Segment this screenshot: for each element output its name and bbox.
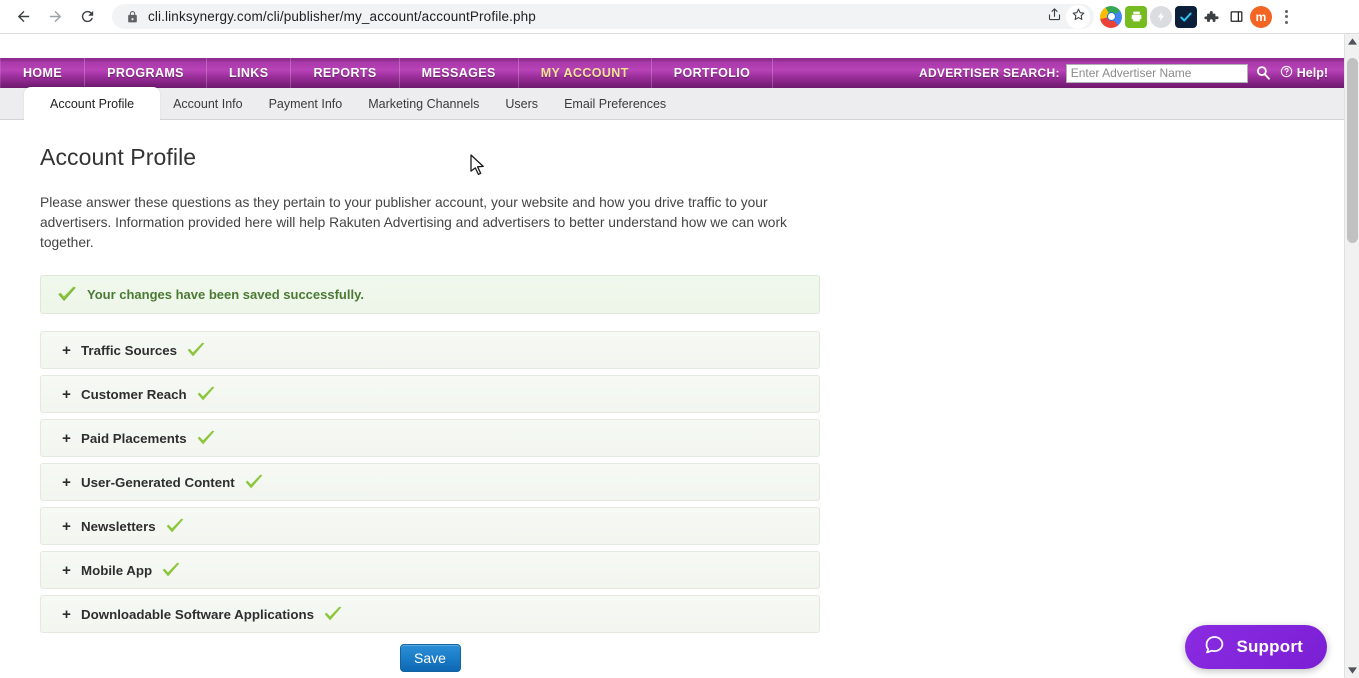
back-button[interactable] (8, 2, 38, 32)
url-text: cli.linksynergy.com/cli/publisher/my_acc… (148, 9, 536, 24)
advertiser-search-label: ADVERTISER SEARCH: (919, 66, 1060, 80)
puzzle-extensions-icon[interactable] (1200, 6, 1222, 28)
address-bar[interactable]: cli.linksynergy.com/cli/publisher/my_acc… (112, 4, 1094, 29)
page-intro-text: Please answer these questions as they pe… (40, 195, 787, 250)
accordion-section-label: Customer Reach (81, 386, 187, 402)
profile-sections-accordion: + Traffic Sources + Customer Reach + Pai… (40, 331, 820, 633)
advertiser-search: ADVERTISER SEARCH: (919, 58, 1280, 88)
expand-icon[interactable]: + (61, 519, 72, 534)
save-button-container: Save (40, 644, 820, 672)
expand-icon[interactable]: + (61, 563, 72, 578)
nav-item-reports[interactable]: REPORTS (291, 58, 400, 88)
forward-arrow-icon (47, 8, 64, 25)
back-arrow-icon (15, 8, 32, 25)
subtab-bar: Account Profile Account Info Payment Inf… (0, 87, 1344, 120)
reload-button[interactable] (72, 2, 102, 32)
subtab-email-preferences[interactable]: Email Preferences (551, 88, 679, 120)
accordion-section-label: Downloadable Software Applications (81, 606, 314, 622)
browser-toolbar: cli.linksynergy.com/cli/publisher/my_acc… (0, 0, 1359, 33)
mouse-cursor (470, 154, 486, 177)
accordion-section-mobile-app[interactable]: + Mobile App (40, 551, 820, 589)
success-banner: Your changes have been saved successfull… (40, 275, 820, 314)
green-check-icon (323, 606, 343, 623)
sidepanel-icon[interactable] (1225, 6, 1247, 28)
page-scrollbar[interactable] (1344, 34, 1359, 678)
accordion-section-newsletters[interactable]: + Newsletters (40, 507, 820, 545)
accordion-section-label: User-Generated Content (81, 474, 235, 490)
green-check-icon (196, 386, 216, 403)
help-link[interactable]: Help! (1280, 58, 1344, 88)
nav-item-portfolio[interactable]: PORTFOLIO (652, 58, 774, 88)
subtab-marketing-channels[interactable]: Marketing Channels (355, 88, 492, 120)
page-viewport: HOME PROGRAMS LINKS REPORTS MESSAGES MY … (0, 34, 1359, 678)
chat-bubble-icon (1204, 634, 1225, 660)
expand-icon[interactable]: + (61, 607, 72, 622)
question-circle-icon (1280, 65, 1293, 81)
profile-avatar[interactable]: m (1250, 5, 1272, 28)
scroll-up-arrow-icon[interactable] (1345, 34, 1359, 49)
magnifier-icon[interactable] (1254, 64, 1272, 82)
accordion-section-downloadable-software-applications[interactable]: + Downloadable Software Applications (40, 595, 820, 633)
lock-icon (126, 10, 139, 24)
expand-icon[interactable]: + (61, 475, 72, 490)
site-navigation-bar: HOME PROGRAMS LINKS REPORTS MESSAGES MY … (0, 58, 1344, 88)
green-check-icon (196, 430, 216, 447)
main-content: Account Profile Please answer these ques… (0, 121, 845, 678)
subtab-payment-info[interactable]: Payment Info (256, 88, 356, 120)
nav-item-my-account[interactable]: MY ACCOUNT (519, 58, 652, 88)
subtab-account-info[interactable]: Account Info (160, 88, 256, 120)
accordion-section-customer-reach[interactable]: + Customer Reach (40, 375, 820, 413)
share-icon (1047, 7, 1062, 27)
green-check-icon (244, 474, 264, 491)
accordion-section-traffic-sources[interactable]: + Traffic Sources (40, 331, 820, 369)
browser-nav-buttons (0, 2, 102, 32)
chrome-extension-icon[interactable] (1100, 5, 1122, 28)
extensions-area: m (1100, 5, 1297, 28)
share-button[interactable] (1042, 5, 1066, 29)
expand-icon[interactable]: + (61, 431, 72, 446)
support-widget-button[interactable]: Support (1185, 625, 1327, 669)
advertiser-search-input[interactable] (1065, 63, 1248, 83)
success-banner-text: Your changes have been saved successfull… (87, 287, 364, 302)
forward-button[interactable] (40, 2, 70, 32)
scroll-down-arrow-icon[interactable] (1345, 663, 1359, 678)
save-button[interactable]: Save (399, 644, 461, 672)
subtab-list: Account Profile Account Info Payment Inf… (24, 87, 679, 120)
expand-icon[interactable]: + (61, 387, 72, 402)
bookmark-button[interactable] (1066, 4, 1090, 29)
support-label: Support (1236, 637, 1303, 656)
nav-item-programs[interactable]: PROGRAMS (85, 58, 207, 88)
reload-icon (79, 8, 96, 25)
accordion-section-label: Newsletters (81, 518, 156, 534)
nav-item-home[interactable]: HOME (0, 58, 86, 88)
accordion-section-paid-placements[interactable]: + Paid Placements (40, 419, 820, 457)
expand-icon[interactable]: + (61, 343, 72, 358)
help-label: Help! (1296, 66, 1328, 80)
subtab-users[interactable]: Users (492, 88, 551, 120)
scrollbar-thumb[interactable] (1347, 58, 1358, 243)
page-title: Account Profile (40, 144, 197, 170)
accordion-section-label: Traffic Sources (81, 342, 178, 358)
green-check-icon (57, 286, 77, 303)
nav-item-links[interactable]: LINKS (207, 58, 292, 88)
star-icon (1071, 7, 1086, 27)
printer-extension-icon[interactable] (1125, 5, 1147, 28)
nav-item-messages[interactable]: MESSAGES (400, 58, 519, 88)
accordion-section-label: Paid Placements (81, 430, 187, 446)
checkmark-extension-icon[interactable] (1175, 5, 1197, 28)
green-check-icon (161, 562, 181, 579)
accordion-section-label: Mobile App (81, 562, 153, 578)
accordion-section-user-generated-content[interactable]: + User-Generated Content (40, 463, 820, 501)
flash-extension-icon[interactable] (1150, 5, 1172, 28)
green-check-icon (186, 342, 206, 359)
kebab-menu-icon[interactable] (1275, 6, 1297, 28)
subtab-account-profile[interactable]: Account Profile (24, 87, 161, 120)
green-check-icon (165, 518, 185, 535)
